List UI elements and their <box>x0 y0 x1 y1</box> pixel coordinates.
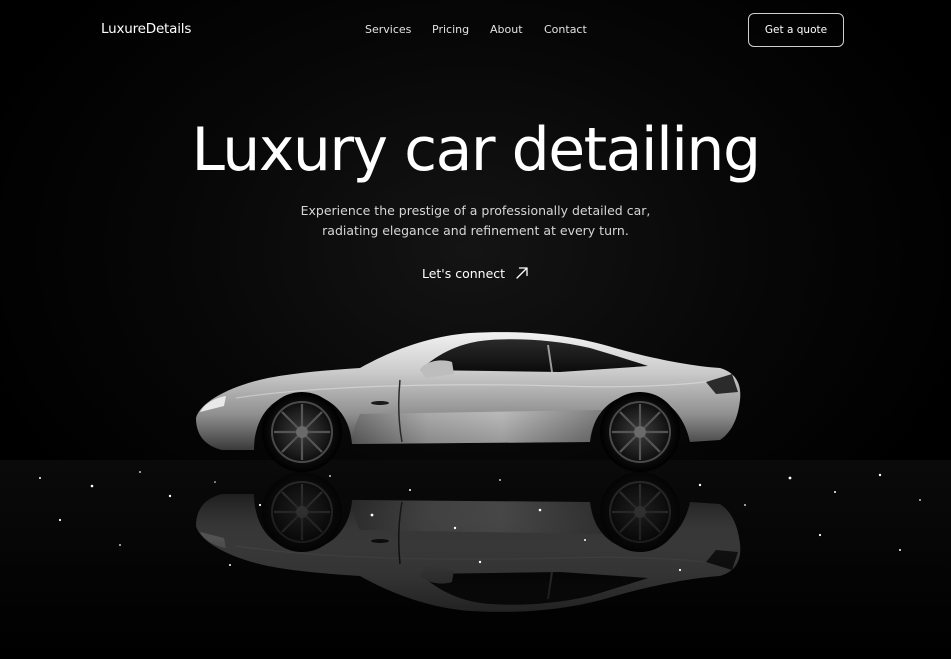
nav-link-services[interactable]: Services <box>365 23 411 36</box>
nav-link-pricing[interactable]: Pricing <box>432 23 469 36</box>
landing-page: LuxureDetails Services Pricing About Con… <box>0 0 951 659</box>
get-a-quote-button[interactable]: Get a quote <box>748 13 844 47</box>
hero-subtitle: Experience the prestige of a professiona… <box>0 201 951 241</box>
hero-subtitle-line-2: radiating elegance and refinement at eve… <box>322 223 629 238</box>
lets-connect-link[interactable]: Let's connect <box>0 263 951 283</box>
nav-link-about[interactable]: About <box>490 23 523 36</box>
hero-car-image <box>0 300 951 659</box>
hero-title: Luxury car detailing <box>191 115 761 185</box>
nav-link-contact[interactable]: Contact <box>544 23 587 36</box>
hero-subtitle-line-1: Experience the prestige of a professiona… <box>300 203 651 218</box>
arrow-up-right-icon <box>516 267 528 279</box>
lets-connect-label: Let's connect <box>421 265 506 281</box>
